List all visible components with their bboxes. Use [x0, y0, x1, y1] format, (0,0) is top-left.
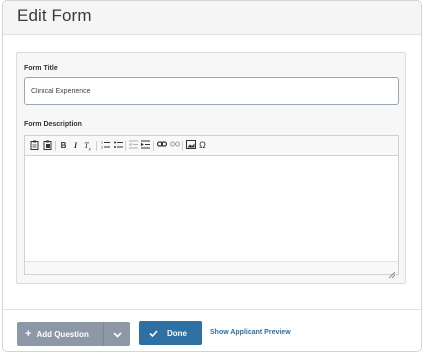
add-question-label: Add Question	[36, 329, 89, 339]
paste-icon[interactable]	[29, 140, 40, 151]
paste-text-icon[interactable]	[42, 140, 53, 151]
add-question-dropdown-button[interactable]	[103, 322, 130, 346]
page-title: Edit Form	[17, 6, 92, 25]
resize-handle-icon[interactable]	[388, 265, 396, 279]
form-description-label: Form Description	[24, 121, 82, 128]
svg-text:1: 1	[101, 141, 103, 145]
editor-status-bar	[25, 261, 398, 279]
done-button[interactable]: Done	[139, 321, 202, 345]
form-title-label: Form Title	[24, 65, 58, 72]
form-footer: + Add Question Done Show Applicant Previ…	[3, 309, 421, 351]
add-question-button[interactable]: + Add Question	[17, 322, 103, 346]
special-character-icon[interactable]: Ω	[197, 140, 208, 151]
editor-toolbar: B I Tx 12 Ω	[25, 136, 398, 156]
edit-form-panel: Edit Form Form Title Form Description B …	[2, 0, 422, 352]
outdent-icon[interactable]	[128, 140, 139, 151]
form-title-input[interactable]	[24, 77, 399, 105]
done-label: Done	[167, 328, 187, 338]
description-editor: B I Tx 12 Ω	[24, 135, 399, 279]
italic-icon[interactable]: I	[70, 140, 81, 151]
link-icon[interactable]	[156, 140, 167, 151]
svg-text:2: 2	[101, 146, 103, 150]
bulleted-list-icon[interactable]	[113, 140, 124, 151]
numbered-list-icon[interactable]: 12	[100, 140, 111, 151]
panel-header: Edit Form	[3, 1, 421, 35]
show-applicant-preview-link[interactable]: Show Applicant Preview	[210, 329, 291, 336]
form-fields-box: Form Title Form Description B I Tx 12	[16, 52, 406, 284]
unlink-icon[interactable]	[169, 140, 180, 151]
chevron-down-icon	[112, 325, 122, 343]
remove-format-icon[interactable]: Tx	[82, 140, 93, 153]
bold-icon[interactable]: B	[58, 140, 69, 151]
add-question-button-group: + Add Question	[17, 322, 130, 346]
description-editor-body[interactable]	[25, 157, 398, 261]
check-icon	[149, 329, 158, 337]
plus-icon: +	[25, 327, 32, 340]
image-icon[interactable]	[185, 140, 196, 151]
indent-icon[interactable]	[140, 140, 151, 151]
